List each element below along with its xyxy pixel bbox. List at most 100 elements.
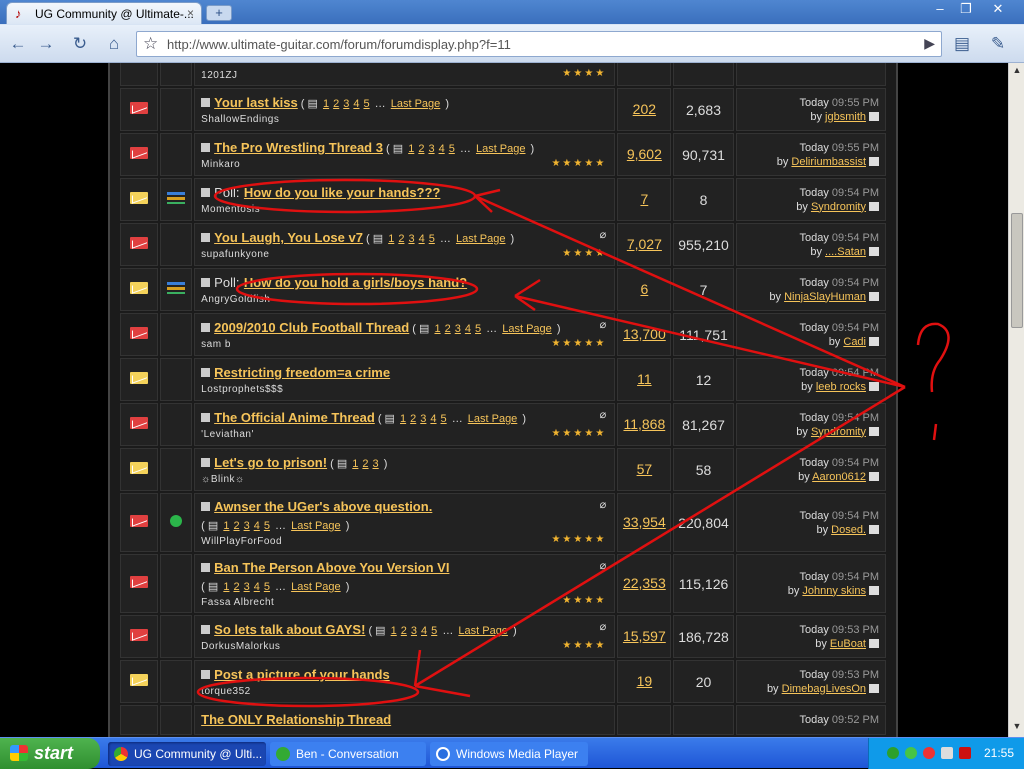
thread-author[interactable]: Minkaro (201, 159, 608, 170)
new-tab-button[interactable]: + (206, 5, 232, 21)
go-to-last-post-icon[interactable] (869, 382, 879, 392)
page-link[interactable]: 5 (264, 581, 270, 593)
replies-count-link[interactable]: 11 (637, 371, 652, 387)
go-to-last-post-icon[interactable] (869, 684, 879, 694)
last-poster-link[interactable]: ....Satan (825, 246, 866, 258)
thread-title-link[interactable]: So lets talk about GAYS! (214, 622, 365, 637)
page-link[interactable]: 2 (418, 143, 424, 155)
page-link[interactable]: 5 (363, 98, 369, 110)
jump-to-new-icon[interactable] (201, 98, 211, 108)
page-link[interactable]: 1 (434, 323, 440, 335)
page-link[interactable]: 1 (323, 98, 329, 110)
scroll-thumb[interactable] (1011, 213, 1023, 328)
last-poster-link[interactable]: Deliriumbassist (791, 156, 866, 168)
page-link[interactable]: 1 (400, 413, 406, 425)
thread-title-link[interactable]: 2009/2010 Club Football Thread (214, 320, 409, 335)
last-poster-link[interactable]: Aaron0612 (812, 471, 866, 483)
thread-title-link[interactable]: You Laugh, You Lose v7 (214, 230, 363, 245)
jump-to-new-icon[interactable] (201, 323, 211, 333)
go-to-last-post-icon[interactable] (869, 427, 879, 437)
thread-title-link[interactable]: Restricting freedom=a crime (214, 365, 390, 380)
jump-to-new-icon[interactable] (201, 233, 211, 243)
thread-title-link[interactable]: How do you hold a girls/boys hand? (244, 275, 467, 290)
go-to-last-post-icon[interactable] (869, 292, 879, 302)
thread-title-link[interactable]: How do you like your hands??? (244, 185, 440, 200)
last-poster-link[interactable]: DimebagLivesOn (782, 683, 866, 695)
minimize-icon[interactable]: – (928, 0, 952, 18)
thread-author[interactable]: Fassa Albrecht (201, 597, 608, 608)
thread-title-link[interactable]: The ONLY Relationship Thread (201, 712, 391, 727)
antivirus-icon[interactable] (923, 747, 935, 759)
page-link[interactable]: 3 (244, 520, 250, 532)
page-link[interactable]: 2 (445, 323, 451, 335)
page-link[interactable]: 2 (410, 413, 416, 425)
page-link[interactable]: 2 (398, 233, 404, 245)
thread-author[interactable]: ShallowEndings (201, 114, 608, 125)
thread-title-link[interactable]: Post a picture of your hands (214, 667, 390, 682)
go-to-last-post-icon[interactable] (869, 639, 879, 649)
page-link[interactable]: 3 (420, 413, 426, 425)
page-link[interactable]: 3 (428, 143, 434, 155)
jump-to-new-icon[interactable] (201, 278, 211, 288)
page-link[interactable]: 3 (373, 458, 379, 470)
last-page-link[interactable]: Last Page (291, 581, 341, 593)
reload-icon[interactable]: ↻ (68, 33, 92, 55)
replies-count-link[interactable]: 33,954 (623, 514, 666, 530)
page-link[interactable]: 1 (223, 520, 229, 532)
last-page-link[interactable]: Last Page (502, 323, 552, 335)
thread-author[interactable]: torque352 (201, 686, 608, 697)
replies-count-link[interactable]: 9,602 (627, 146, 662, 162)
replies-count-link[interactable]: 7 (640, 191, 648, 207)
thread-title-link[interactable]: The Pro Wrestling Thread 3 (214, 140, 383, 155)
last-poster-link[interactable]: Dosed. (831, 524, 866, 536)
go-to-last-post-icon[interactable] (869, 202, 879, 212)
jump-to-new-icon[interactable] (201, 413, 211, 423)
forward-icon[interactable]: → (34, 33, 58, 55)
page-link[interactable]: 2 (233, 581, 239, 593)
replies-count-link[interactable]: 6 (640, 281, 648, 297)
page-link[interactable]: 4 (353, 98, 359, 110)
page-link[interactable]: 3 (343, 98, 349, 110)
last-page-link[interactable]: Last Page (476, 143, 526, 155)
thread-author[interactable]: Momentosis (201, 204, 608, 215)
go-to-last-post-icon[interactable] (869, 525, 879, 535)
taskbar-item-chrome[interactable]: UG Community @ Ulti... (108, 742, 266, 766)
thread-author[interactable]: 1201ZJ (201, 70, 608, 81)
go-to-last-post-icon[interactable] (869, 586, 879, 596)
thread-title-link[interactable]: Ban The Person Above You Version VI (214, 560, 449, 575)
gmail-icon[interactable] (959, 747, 971, 759)
thread-author[interactable]: DorkusMalorkus (201, 641, 608, 652)
page-link[interactable]: 2 (362, 458, 368, 470)
back-icon[interactable]: ← (6, 33, 30, 55)
go-to-last-post-icon[interactable] (869, 472, 879, 482)
jump-to-new-icon[interactable] (201, 625, 211, 635)
jump-to-new-icon[interactable] (201, 458, 211, 468)
last-poster-link[interactable]: leeb rocks (816, 381, 866, 393)
page-link[interactable]: 3 (455, 323, 461, 335)
spotify-icon[interactable] (887, 747, 899, 759)
last-page-link[interactable]: Last Page (458, 625, 508, 637)
last-poster-link[interactable]: Johnny skins (802, 585, 866, 597)
go-to-last-post-icon[interactable] (869, 337, 879, 347)
page-link[interactable]: 4 (254, 520, 260, 532)
replies-count-link[interactable]: 7,027 (627, 236, 662, 252)
page-link[interactable]: 3 (408, 233, 414, 245)
go-to-last-post-icon[interactable] (869, 157, 879, 167)
page-link[interactable]: 4 (439, 143, 445, 155)
jump-to-new-icon[interactable] (201, 670, 211, 680)
thread-title-link[interactable]: Awnser the UGer's above question. (214, 499, 432, 514)
last-poster-link[interactable]: Syndromity (811, 426, 866, 438)
jump-to-new-icon[interactable] (201, 368, 211, 378)
thread-title-link[interactable]: Your last kiss (214, 95, 298, 110)
jump-to-new-icon[interactable] (201, 502, 211, 512)
page-link[interactable]: 1 (223, 581, 229, 593)
page-link[interactable]: 4 (254, 581, 260, 593)
replies-count-link[interactable]: 22,353 (623, 575, 666, 591)
go-icon[interactable]: ▶ (924, 35, 935, 52)
last-poster-link[interactable]: jgbsmith (825, 111, 866, 123)
page-link[interactable]: 1 (388, 233, 394, 245)
thread-author[interactable]: 'Leviathan' (201, 429, 608, 440)
close-tab-icon[interactable]: × (187, 6, 194, 20)
go-to-last-post-icon[interactable] (869, 112, 879, 122)
vertical-scrollbar[interactable]: ▲ ▼ (1008, 63, 1024, 737)
